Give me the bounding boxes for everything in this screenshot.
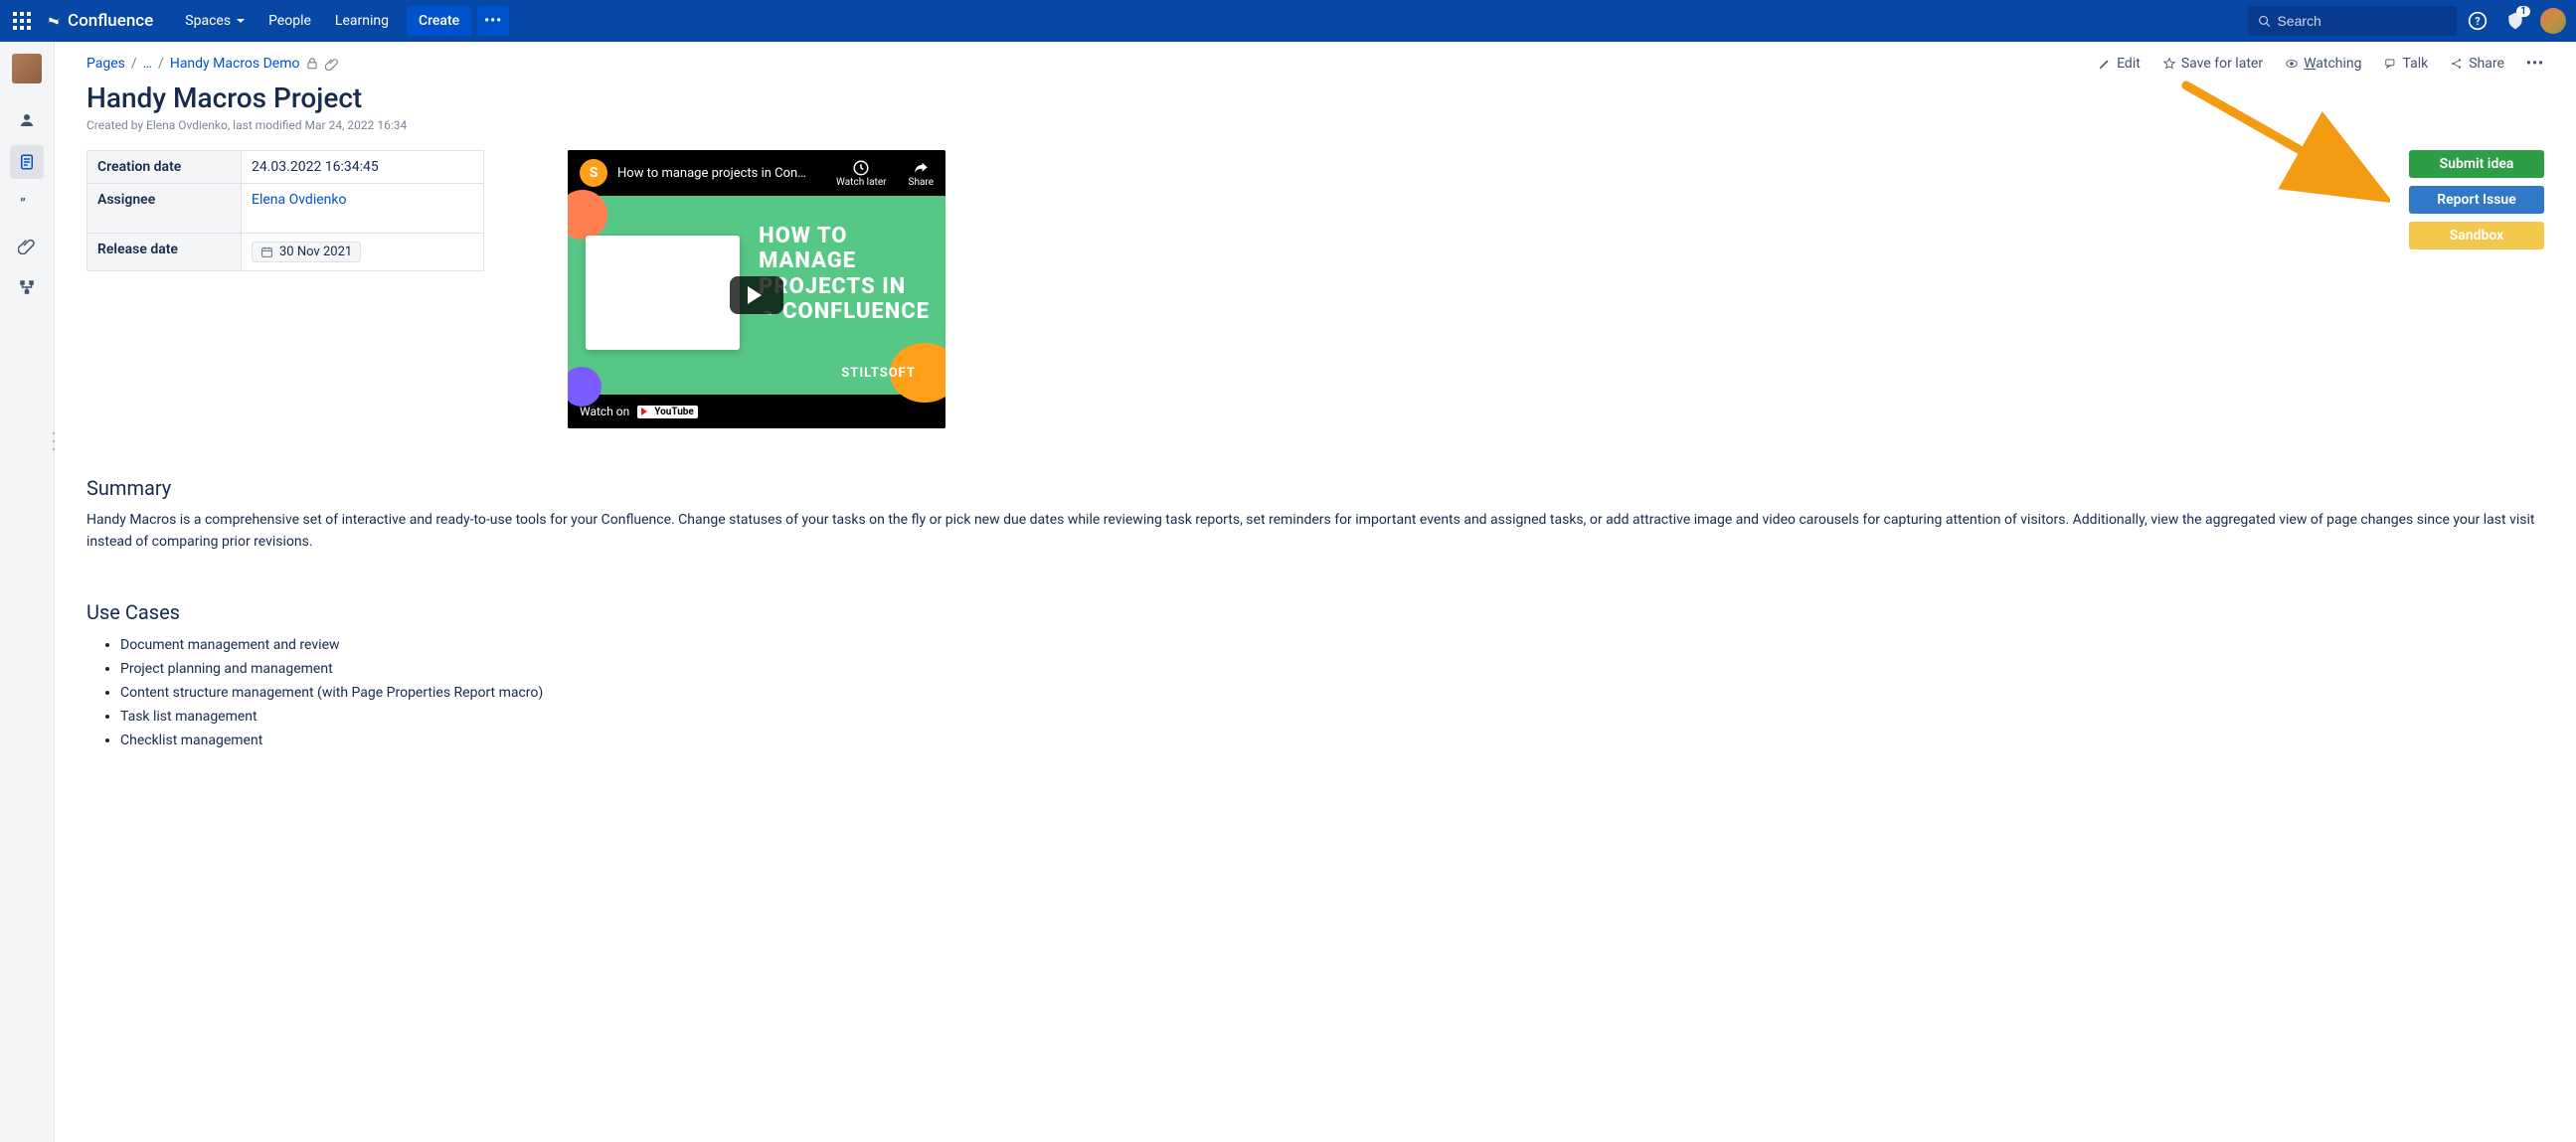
sidebar-collapse-handle[interactable] [51, 429, 57, 453]
global-search[interactable] [2248, 6, 2457, 36]
nav-spaces[interactable]: Spaces [173, 0, 257, 42]
star-icon [2162, 57, 2176, 71]
sidebar-people-icon[interactable] [10, 103, 44, 137]
sidebar-pages-icon[interactable] [10, 145, 44, 179]
watching-button[interactable]: Watching [2285, 56, 2361, 72]
nav-learning[interactable]: Learning [323, 0, 401, 42]
share-arrow-icon [912, 159, 930, 177]
summary-text: Handy Macros is a comprehensive set of i… [86, 510, 2544, 553]
prop-assignee-label: Assignee [87, 184, 242, 234]
confluence-logo[interactable]: Confluence [44, 11, 153, 31]
restrictions-icon[interactable] [305, 57, 319, 71]
channel-avatar-icon: S [580, 159, 607, 187]
sidebar-tree-icon[interactable] [10, 270, 44, 304]
watch-on-label: Watch on [580, 405, 629, 418]
handy-button-stack: Submit idea Report Issue Sandbox [2409, 150, 2544, 249]
prop-creation-value: 24.03.2022 16:34:45 [242, 151, 484, 184]
talk-button[interactable]: Talk [2384, 56, 2429, 72]
breadcrumb-ellipsis[interactable]: … [143, 56, 152, 72]
breadcrumb: Pages / … / Handy Macros Demo [86, 56, 339, 72]
eye-icon [2285, 57, 2299, 71]
sandbox-button[interactable]: Sandbox [2409, 222, 2544, 249]
page-content: Pages / … / Handy Macros Demo Edit Save … [55, 42, 2576, 1142]
create-button[interactable]: Create [407, 6, 471, 36]
clock-icon [852, 159, 870, 177]
video-brand: STILTSOFT [841, 366, 916, 381]
search-input[interactable] [2277, 13, 2447, 29]
usecases-list: Document management and review Project p… [86, 634, 2544, 752]
video-thumbnail: HOW TO MANAGE PROJECTS IN CONFLUENCE STI… [568, 196, 945, 395]
app-switcher-icon[interactable] [10, 9, 34, 33]
usecases-heading: Use Cases [86, 600, 2544, 624]
pencil-icon [2098, 57, 2112, 71]
breadcrumb-root[interactable]: Pages [86, 56, 125, 72]
calendar-icon [260, 245, 273, 258]
video-share-button[interactable]: Share [909, 159, 934, 188]
help-icon[interactable]: ? [2461, 4, 2494, 38]
youtube-embed[interactable]: S How to manage projects in Con… Watch l… [568, 150, 945, 428]
release-date-field[interactable]: 30 Nov 2021 [252, 242, 361, 262]
submit-idea-button[interactable]: Submit idea [2409, 150, 2544, 178]
sidebar-attachments-icon[interactable] [10, 229, 44, 262]
list-item: Content structure management (with Page … [120, 682, 2544, 706]
share-button[interactable]: Share [2450, 56, 2504, 72]
video-title: How to manage projects in Con… [617, 166, 814, 181]
breadcrumb-current[interactable]: Handy Macros Demo [170, 56, 300, 72]
nav-people[interactable]: People [257, 0, 323, 42]
prop-release-label: Release date [87, 234, 242, 271]
page-more-actions[interactable]: ••• [2526, 56, 2544, 72]
notification-count: 1 [2516, 6, 2530, 17]
share-icon [2450, 57, 2464, 71]
page-actions: Edit Save for later Watching Talk Share … [2098, 56, 2544, 72]
list-item: Project planning and management [120, 658, 2544, 682]
svg-text:?: ? [2475, 15, 2480, 28]
prop-assignee-link[interactable]: Elena Ovdienko [252, 192, 346, 208]
notifications-icon[interactable]: 1 [2498, 4, 2532, 38]
report-issue-button[interactable]: Report Issue [2409, 186, 2544, 214]
attachments-indicator-icon[interactable] [325, 57, 339, 71]
svg-text:”: ” [20, 197, 26, 213]
global-nav: Confluence Spaces People Learning Create… [0, 0, 2576, 42]
youtube-badge[interactable]: YouTube [637, 406, 698, 418]
sidebar-blog-icon[interactable]: ” [10, 187, 44, 221]
edit-button[interactable]: Edit [2098, 56, 2141, 72]
space-avatar[interactable] [12, 54, 42, 83]
save-for-later-button[interactable]: Save for later [2162, 56, 2263, 72]
page-properties-table: Creation date 24.03.2022 16:34:45 Assign… [86, 150, 484, 271]
video-play-button[interactable] [730, 276, 783, 314]
page-title: Handy Macros Project [86, 82, 2544, 114]
summary-heading: Summary [86, 476, 2544, 500]
space-sidebar: ” [0, 42, 55, 1142]
search-icon [2258, 14, 2271, 29]
nav-more-button[interactable]: ••• [477, 6, 509, 36]
product-name: Confluence [68, 11, 153, 31]
list-item: Task list management [120, 706, 2544, 730]
prop-creation-label: Creation date [87, 151, 242, 184]
watch-later-button[interactable]: Watch later [836, 159, 886, 188]
talk-icon [2384, 57, 2398, 71]
list-item: Document management and review [120, 634, 2544, 658]
profile-avatar[interactable] [2540, 8, 2566, 34]
page-byline: Created by Elena Ovdienko, last modified… [86, 118, 2544, 132]
list-item: Checklist management [120, 730, 2544, 753]
